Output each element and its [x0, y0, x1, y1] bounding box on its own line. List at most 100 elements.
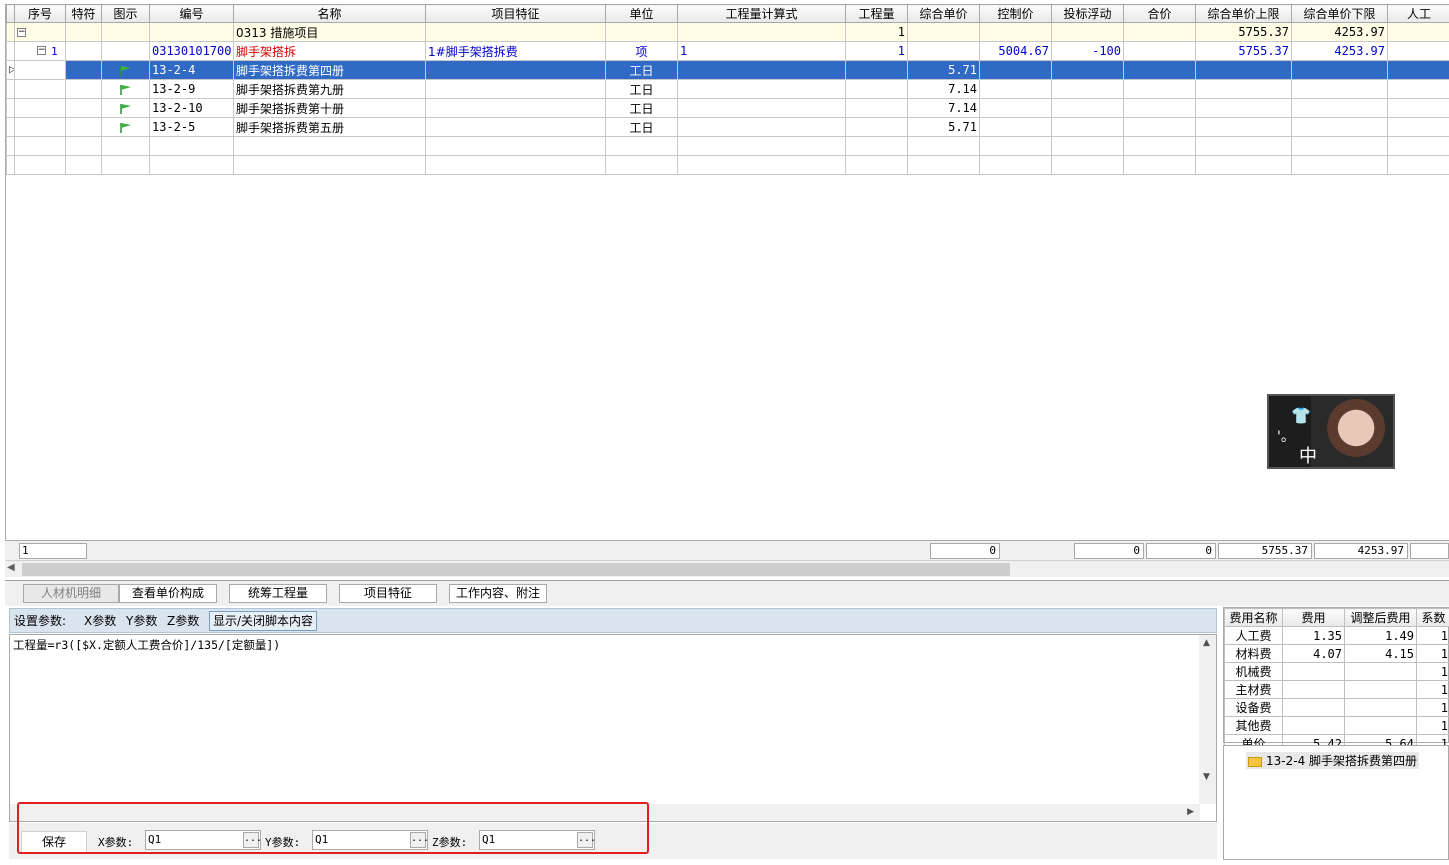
section-row[interactable]: − 0313 措施项目 1 5755.37 4253.97: [6, 22, 1449, 42]
scrollbar-thumb[interactable]: [22, 563, 1010, 576]
parent-quantity: 1: [845, 41, 908, 61]
tree-node[interactable]: 13-2-4 脚手架搭拆费第四册: [1246, 752, 1420, 769]
fee-row[interactable]: 主材费 1: [1224, 680, 1449, 699]
y-param-label: Y参数:: [265, 836, 301, 849]
x-param-input[interactable]: Q1 ...: [145, 830, 262, 850]
save-button[interactable]: 保存: [21, 831, 87, 853]
col-formula[interactable]: 工程量计算式: [677, 4, 846, 23]
col-labor[interactable]: 人工: [1387, 4, 1449, 23]
table-row[interactable]: [6, 155, 1449, 175]
summary-lower: 4253.97: [1314, 543, 1408, 559]
language-toggle[interactable]: 中: [1299, 442, 1317, 468]
col-unit-price[interactable]: 综合单价: [907, 4, 980, 23]
tab-unit-price-breakdown[interactable]: 查看单价构成: [119, 584, 217, 603]
child-price: 5.71: [907, 60, 980, 80]
table-row[interactable]: 13-2-9 脚手架搭拆费第九册 工日 7.14: [6, 79, 1449, 99]
col-control-price[interactable]: 控制价: [979, 4, 1052, 23]
table-row[interactable]: 13-2-5 脚手架搭拆费第五册 工日 5.71: [6, 117, 1449, 137]
tab-work-content[interactable]: 工作内容、附注: [449, 584, 547, 603]
child-price: 5.71: [907, 117, 980, 137]
y-param-browse-button[interactable]: ...: [410, 832, 429, 848]
ime-widget[interactable]: 👕 '。 中: [1267, 394, 1395, 469]
summary-labor: [1410, 543, 1449, 559]
x-param-browse-button[interactable]: ...: [243, 832, 262, 848]
avatar: [1311, 396, 1393, 467]
grid-corner: [6, 4, 15, 23]
tab-item-feature[interactable]: 项目特征: [339, 584, 437, 603]
col-icon[interactable]: 图示: [101, 4, 150, 23]
fee-row[interactable]: 其他费 1: [1224, 716, 1449, 735]
script-content[interactable]: 工程量=r3([$X.定额人工费合价]/135/[定额量]): [13, 637, 280, 653]
scroll-left-icon[interactable]: ◀: [7, 562, 15, 573]
col-bid-float[interactable]: 投标浮动: [1051, 4, 1124, 23]
col-feature[interactable]: 项目特征: [425, 4, 606, 23]
punctuation-toggle[interactable]: '。: [1277, 426, 1295, 446]
flag-icon: [119, 103, 131, 114]
scroll-up-icon[interactable]: ▲: [1203, 638, 1210, 648]
col-total[interactable]: 合价: [1123, 4, 1196, 23]
scroll-down-icon[interactable]: ▼: [1203, 772, 1210, 782]
tab-resource-detail[interactable]: 人材机明细: [23, 584, 119, 603]
child-name: 脚手架搭拆费第九册: [233, 79, 426, 99]
fee-table-panel: 费用名称 费用 调整后费用 系数 人工费 1.35 1.49 1 材料费 4.07 4.1…: [1223, 607, 1449, 753]
child-code: 13-2-9: [149, 79, 234, 99]
y-param-value: Q1: [315, 833, 329, 846]
z-param-button[interactable]: Z参数: [167, 613, 199, 629]
quota-grid[interactable]: 序号 特符 图示 编号 名称 项目特征 单位 工程量计算式 工程量 综合单价 控…: [5, 4, 1449, 540]
collapse-icon[interactable]: −: [37, 46, 46, 55]
z-param-input[interactable]: Q1 ...: [479, 830, 596, 850]
flag-icon: [119, 84, 131, 95]
folder-icon: [1248, 756, 1262, 767]
parent-float: -100: [1051, 41, 1124, 61]
parent-control: 5004.67: [979, 41, 1052, 61]
fee-col-coef[interactable]: 系数: [1416, 608, 1449, 627]
grid-horizontal-scrollbar[interactable]: ◀: [5, 560, 1449, 577]
child-unit: 工日: [605, 98, 678, 118]
fee-row[interactable]: 人工费 1.35 1.49 1: [1224, 626, 1449, 645]
child-code: 13-2-4: [149, 60, 234, 80]
child-code: 13-2-10: [149, 98, 234, 118]
table-row[interactable]: ▷ 13-2-4 脚手架搭拆费第四册 工日 5.71: [6, 60, 1449, 80]
z-param-browse-button[interactable]: ...: [577, 832, 596, 848]
editor-vertical-scrollbar[interactable]: ▲ ▼: [1199, 635, 1216, 804]
tab-overall-quantity[interactable]: 统筹工程量: [229, 584, 327, 603]
toggle-script-button[interactable]: 显示/关闭脚本内容: [209, 611, 318, 631]
param-bar: 保存 X参数: Q1 ... Y参数: Q1 ... Z参数: Q1 ...: [9, 823, 1217, 859]
col-lower-limit[interactable]: 综合单价下限: [1291, 4, 1388, 23]
col-code[interactable]: 编号: [149, 4, 234, 23]
fee-row[interactable]: 设备费 1: [1224, 698, 1449, 717]
section-quantity: 1: [845, 22, 908, 42]
toolbar-label: 设置参数:: [14, 614, 67, 628]
fee-col-name[interactable]: 费用名称: [1224, 608, 1283, 627]
x-param-button[interactable]: X参数: [84, 613, 116, 629]
y-param-button[interactable]: Y参数: [126, 613, 157, 629]
fee-col-adjusted[interactable]: 调整后费用: [1344, 608, 1417, 627]
table-row[interactable]: [6, 136, 1449, 156]
fee-row[interactable]: 材料费 4.07 4.15 1: [1224, 644, 1449, 663]
table-row[interactable]: 13-2-10 脚手架搭拆费第十册 工日 7.14: [6, 98, 1449, 118]
parent-row[interactable]: −1 031301017001 脚手架搭拆 1#脚手架搭拆费 项 1 1 500…: [6, 41, 1449, 61]
collapse-icon[interactable]: −: [17, 28, 26, 37]
fee-row[interactable]: 机械费 1: [1224, 662, 1449, 681]
child-code: 13-2-5: [149, 117, 234, 137]
col-unit[interactable]: 单位: [605, 4, 678, 23]
script-editor[interactable]: 工程量=r3([$X.定额人工费合价]/135/[定额量]) ▲ ▼ ▶: [9, 634, 1217, 822]
col-quantity[interactable]: 工程量: [845, 4, 908, 23]
flag-icon: [119, 122, 131, 133]
col-seq[interactable]: 序号: [14, 4, 66, 23]
col-upper-limit[interactable]: 综合单价上限: [1195, 4, 1292, 23]
col-special[interactable]: 特符: [65, 4, 102, 23]
y-param-input[interactable]: Q1 ...: [312, 830, 429, 850]
fee-col-fee[interactable]: 费用: [1282, 608, 1345, 627]
col-name[interactable]: 名称: [233, 4, 426, 23]
shirt-icon[interactable]: 👕: [1291, 406, 1311, 425]
parent-lower: 4253.97: [1291, 41, 1388, 61]
scroll-right-icon[interactable]: ▶: [1187, 807, 1194, 817]
summary-row: 1 0 0 0 5755.37 4253.97: [5, 540, 1449, 560]
row-marker: ▷: [6, 60, 15, 80]
quota-tree[interactable]: 13-2-4 脚手架搭拆费第四册: [1223, 745, 1449, 860]
summary-price: 0: [930, 543, 1000, 559]
editor-horizontal-scrollbar[interactable]: ▶: [10, 804, 1200, 821]
parent-formula: 1: [677, 41, 846, 61]
child-unit: 工日: [605, 117, 678, 137]
